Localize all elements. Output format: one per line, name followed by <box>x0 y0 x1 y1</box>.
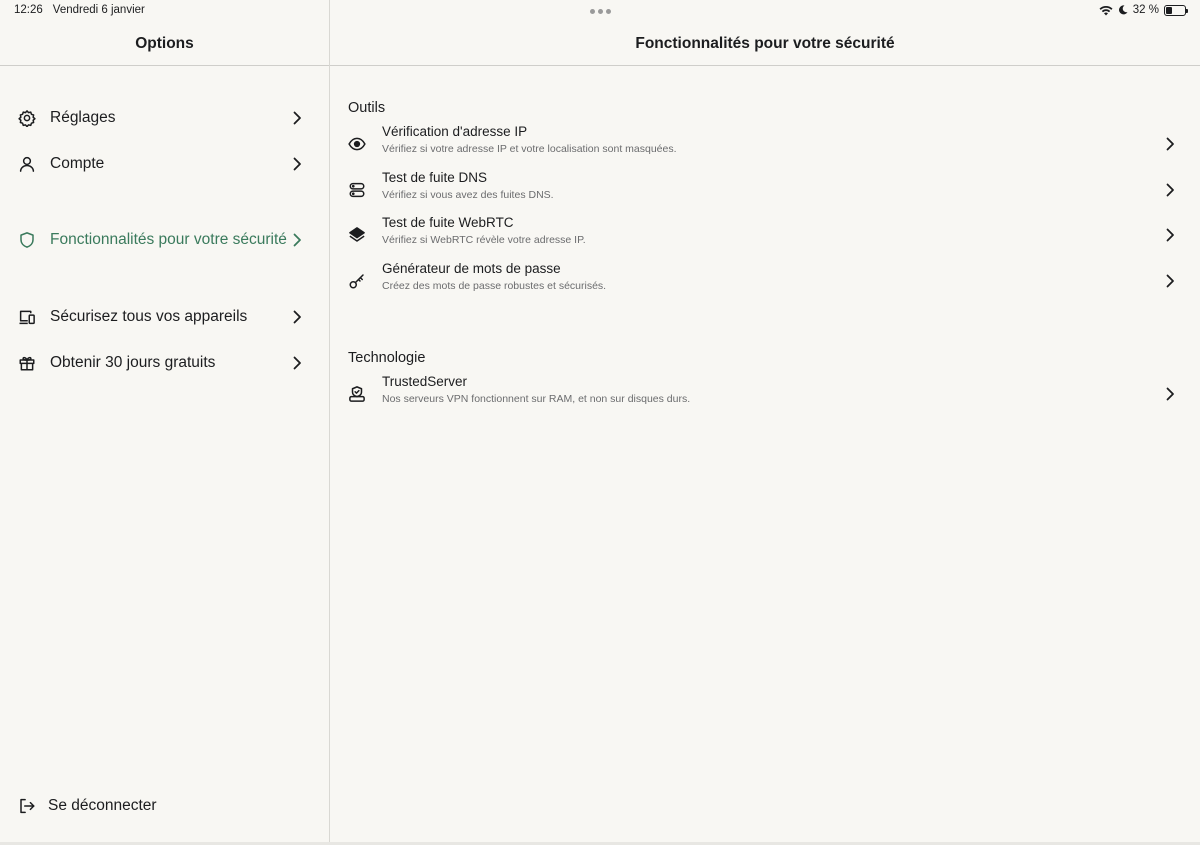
chevron-right-icon <box>1166 387 1174 401</box>
devices-icon <box>18 308 36 326</box>
row-webrtc-leak-test[interactable]: Test de fuite WebRTC Vérifiez si WebRTC … <box>330 213 1200 257</box>
row-title: Test de fuite DNS <box>382 170 488 185</box>
section-title-technology: Technologie <box>348 350 426 366</box>
chevron-right-icon <box>293 310 301 324</box>
row-subtitle: Vérifiez si WebRTC révèle votre adresse … <box>382 234 586 246</box>
chevron-right-icon <box>293 356 301 370</box>
chevron-right-icon <box>1166 228 1174 242</box>
gift-icon <box>18 354 36 372</box>
row-password-generator[interactable]: Générateur de mots de passe Créez des mo… <box>330 259 1200 303</box>
logout-label: Se déconnecter <box>48 797 157 814</box>
logout-button[interactable]: Se déconnecter <box>18 797 157 815</box>
sidebar-item-label: Fonctionnalités pour votre sécurité <box>50 231 287 248</box>
page-title: Fonctionnalités pour votre sécurité <box>330 22 1200 66</box>
sidebar-item-secure-devices[interactable]: Sécurisez tous vos appareils <box>0 297 329 337</box>
sidebar-title: Options <box>0 22 329 66</box>
sidebar: Options Réglages Compte Fonctionnalités … <box>0 0 330 845</box>
person-icon <box>18 155 36 173</box>
chevron-right-icon <box>293 233 301 247</box>
trusted-server-icon <box>349 386 365 402</box>
row-subtitle: Vérifiez si vous avez des fuites DNS. <box>382 189 554 201</box>
sidebar-item-label: Sécurisez tous vos appareils <box>50 308 248 325</box>
gear-icon <box>18 109 36 127</box>
sidebar-item-label: Compte <box>50 155 105 172</box>
sidebar-item-reglages[interactable]: Réglages <box>0 98 329 138</box>
row-subtitle: Vérifiez si votre adresse IP et votre lo… <box>382 143 677 155</box>
row-subtitle: Créez des mots de passe robustes et sécu… <box>382 280 607 292</box>
row-subtitle: Nos serveurs VPN fonctionnent sur RAM, e… <box>382 393 691 405</box>
section-title-tools: Outils <box>348 100 386 116</box>
row-title: TrustedServer <box>382 374 468 389</box>
eye-icon <box>348 137 366 151</box>
layers-icon <box>349 227 365 242</box>
sidebar-item-label: Obtenir 30 jours gratuits <box>50 354 216 371</box>
row-title: Générateur de mots de passe <box>382 261 561 276</box>
key-icon <box>349 274 364 289</box>
row-ip-check[interactable]: Vérification d'adresse IP Vérifiez si vo… <box>330 122 1200 166</box>
main-panel: Fonctionnalités pour votre sécurité Outi… <box>330 0 1200 845</box>
row-title: Vérification d'adresse IP <box>382 124 528 139</box>
sidebar-item-label: Réglages <box>50 109 116 126</box>
server-icon <box>349 182 365 198</box>
sidebar-item-compte[interactable]: Compte <box>0 144 329 184</box>
row-dns-leak-test[interactable]: Test de fuite DNS Vérifiez si vous avez … <box>330 168 1200 212</box>
sidebar-item-security-features[interactable]: Fonctionnalités pour votre sécurité <box>0 220 329 260</box>
chevron-right-icon <box>1166 137 1174 151</box>
chevron-right-icon <box>293 111 301 125</box>
chevron-right-icon <box>1166 274 1174 288</box>
chevron-right-icon <box>1166 183 1174 197</box>
row-title: Test de fuite WebRTC <box>382 215 514 230</box>
row-trusted-server[interactable]: TrustedServer Nos serveurs VPN fonctionn… <box>330 372 1200 416</box>
chevron-right-icon <box>293 157 301 171</box>
sidebar-item-free-days[interactable]: Obtenir 30 jours gratuits <box>0 343 329 383</box>
logout-icon <box>18 797 36 815</box>
shield-icon <box>18 231 36 249</box>
